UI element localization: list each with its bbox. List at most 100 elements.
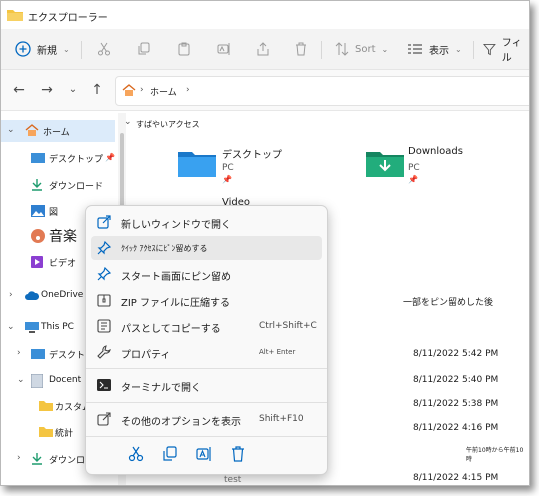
pin-icon xyxy=(97,241,111,255)
menu-item-label: その他のオプションを表示 xyxy=(121,417,241,428)
desktop-folder-icon xyxy=(178,152,216,177)
menu-item-copy-path[interactable]: パスとしてコピーする Ctrl+Shift+C xyxy=(91,314,322,338)
copy-button[interactable] xyxy=(137,39,151,59)
date-modified: 8/11/2022 5:40 PM xyxy=(413,375,499,385)
pin-icon: 📌 xyxy=(408,175,418,184)
menu-divider xyxy=(86,402,327,403)
zip-icon xyxy=(97,294,111,307)
sidebar-item-label: ダウンロード xyxy=(49,182,104,192)
home-icon xyxy=(25,124,39,136)
window-title: エクスプローラー xyxy=(28,13,108,24)
chevron-down-icon: ⌄ xyxy=(455,44,462,54)
plus-circle-icon xyxy=(15,41,31,57)
pin-icon: 📌 xyxy=(222,175,232,184)
view-icon xyxy=(408,44,422,54)
date-modified: 8/11/2022 5:42 PM xyxy=(413,349,499,359)
delete-icon[interactable] xyxy=(230,446,246,462)
copy-icon xyxy=(138,42,150,55)
terminal-icon xyxy=(97,379,111,391)
cut-icon[interactable] xyxy=(128,446,144,462)
filter-button[interactable]: フィル xyxy=(483,38,529,64)
chevron-down-icon: ⌄ xyxy=(124,117,132,127)
new-button[interactable]: 新規 ⌄ xyxy=(15,39,70,59)
view-label: 表示 xyxy=(429,45,449,57)
breadcrumb-separator: › xyxy=(140,85,144,95)
back-arrow-icon[interactable]: ← xyxy=(11,82,27,98)
menu-item-label: ターミナルで開く xyxy=(121,383,201,394)
sidebar-item-label: This PC xyxy=(41,322,74,332)
download-icon xyxy=(32,453,42,465)
wrench-icon xyxy=(97,345,111,359)
rename-icon[interactable] xyxy=(196,446,212,462)
toolbar-divider xyxy=(81,41,82,59)
downloads-folder-icon xyxy=(366,152,404,177)
cut-icon xyxy=(98,42,110,56)
pinned-note: 一部をピン留めした後 xyxy=(403,298,494,308)
document-icon xyxy=(31,374,43,388)
more-options-icon xyxy=(97,412,111,426)
folder-icon xyxy=(39,401,53,411)
address-bar[interactable]: › ホーム › xyxy=(115,76,529,106)
menu-divider xyxy=(86,436,327,437)
up-arrow-icon[interactable]: ↑ xyxy=(89,82,105,98)
pin-icon: 📌 xyxy=(105,153,115,162)
menu-item-shortcut: Shift+F10 xyxy=(259,414,304,424)
tile-name: デスクトップ xyxy=(222,150,282,161)
toolbar-divider xyxy=(321,41,322,59)
videos-icon xyxy=(31,256,43,268)
forward-arrow-icon[interactable]: → xyxy=(39,82,55,98)
chevron-down-icon: ⌄ xyxy=(381,44,389,54)
filter-label: フィル xyxy=(501,38,522,64)
open-new-window-icon xyxy=(97,215,111,229)
paste-button[interactable] xyxy=(177,39,191,59)
sort-button[interactable]: Sort ⌄ xyxy=(335,39,388,59)
delete-button[interactable] xyxy=(294,39,308,59)
rename-icon xyxy=(217,43,230,55)
share-icon xyxy=(257,42,269,56)
view-button[interactable]: 表示 ⌄ xyxy=(407,39,462,59)
sidebar-item-label: OneDrive xyxy=(41,290,84,300)
menu-item-more-options[interactable]: その他のオプションを表示 Shift+F10 xyxy=(91,407,322,431)
chevron-right-icon: › xyxy=(9,290,13,300)
menu-item-properties[interactable]: プロパティ Alt+ Enter xyxy=(91,340,322,364)
overlap-note: 午前10時から午前10時 xyxy=(466,447,524,463)
menu-item-shortcut: Ctrl+Shift+C xyxy=(259,321,317,331)
menu-item-pin-quick-access[interactable]: ｸｲｯｸ ｱｸｾｽにﾋﾟﾝ留めする xyxy=(91,236,322,260)
sidebar-item-label: ビデオ xyxy=(49,259,77,269)
sidebar-item-home[interactable]: ⌄ ホーム xyxy=(1,120,115,142)
cloud-icon xyxy=(25,291,39,300)
sidebar-item-downloads[interactable]: ダウンロード xyxy=(1,174,115,196)
recent-chevron-icon[interactable]: ⌄ xyxy=(65,82,81,98)
menu-item-open-terminal[interactable]: ターミナルで開く xyxy=(91,373,322,397)
rename-button[interactable] xyxy=(217,39,231,59)
menu-item-open-new-window[interactable]: 新しいウィンドウで開く xyxy=(91,210,322,234)
sidebar-item-label: デスクトップ xyxy=(49,155,104,165)
menu-item-label: パスとしてコピーする xyxy=(121,324,221,335)
sidebar-item-label: ホーム xyxy=(43,128,70,138)
sidebar-item-desktop[interactable]: デスクトップ 📌 xyxy=(1,147,115,169)
breadcrumb-home[interactable]: ホーム xyxy=(150,85,177,98)
menu-item-shortcut: Alt+ Enter xyxy=(259,348,296,356)
folder-icon xyxy=(7,10,23,21)
computer-icon xyxy=(25,322,39,333)
command-bar: 新規 ⌄ Sort ⌄ 表示 ⌄ フィル xyxy=(1,29,529,70)
menu-item-label: 新しいウィンドウで開く xyxy=(121,220,231,231)
download-icon xyxy=(32,179,42,191)
pin-icon xyxy=(97,267,111,281)
new-label: 新規 xyxy=(37,45,57,57)
chevron-down-icon: ⌄ xyxy=(7,125,15,135)
menu-item-pin-start[interactable]: スタート画面にピン留め xyxy=(91,262,322,286)
address-row: ← → ⌄ ↑ › ホーム › xyxy=(1,70,529,111)
trash-icon xyxy=(296,42,306,56)
cut-button[interactable] xyxy=(97,39,111,59)
breadcrumb-separator: › xyxy=(186,85,190,95)
share-button[interactable] xyxy=(256,39,270,59)
music-icon xyxy=(31,229,45,243)
menu-item-label: スタート画面にピン留め xyxy=(121,272,231,283)
copy-icon[interactable] xyxy=(162,446,178,462)
chevron-down-icon: ⌄ xyxy=(63,44,70,54)
toolbar-divider xyxy=(473,41,474,59)
chevron-right-icon: › xyxy=(17,348,21,358)
partial-file-name: test xyxy=(224,475,242,485)
menu-item-compress-zip[interactable]: ZIP ファイルに圧縮する xyxy=(91,288,322,312)
